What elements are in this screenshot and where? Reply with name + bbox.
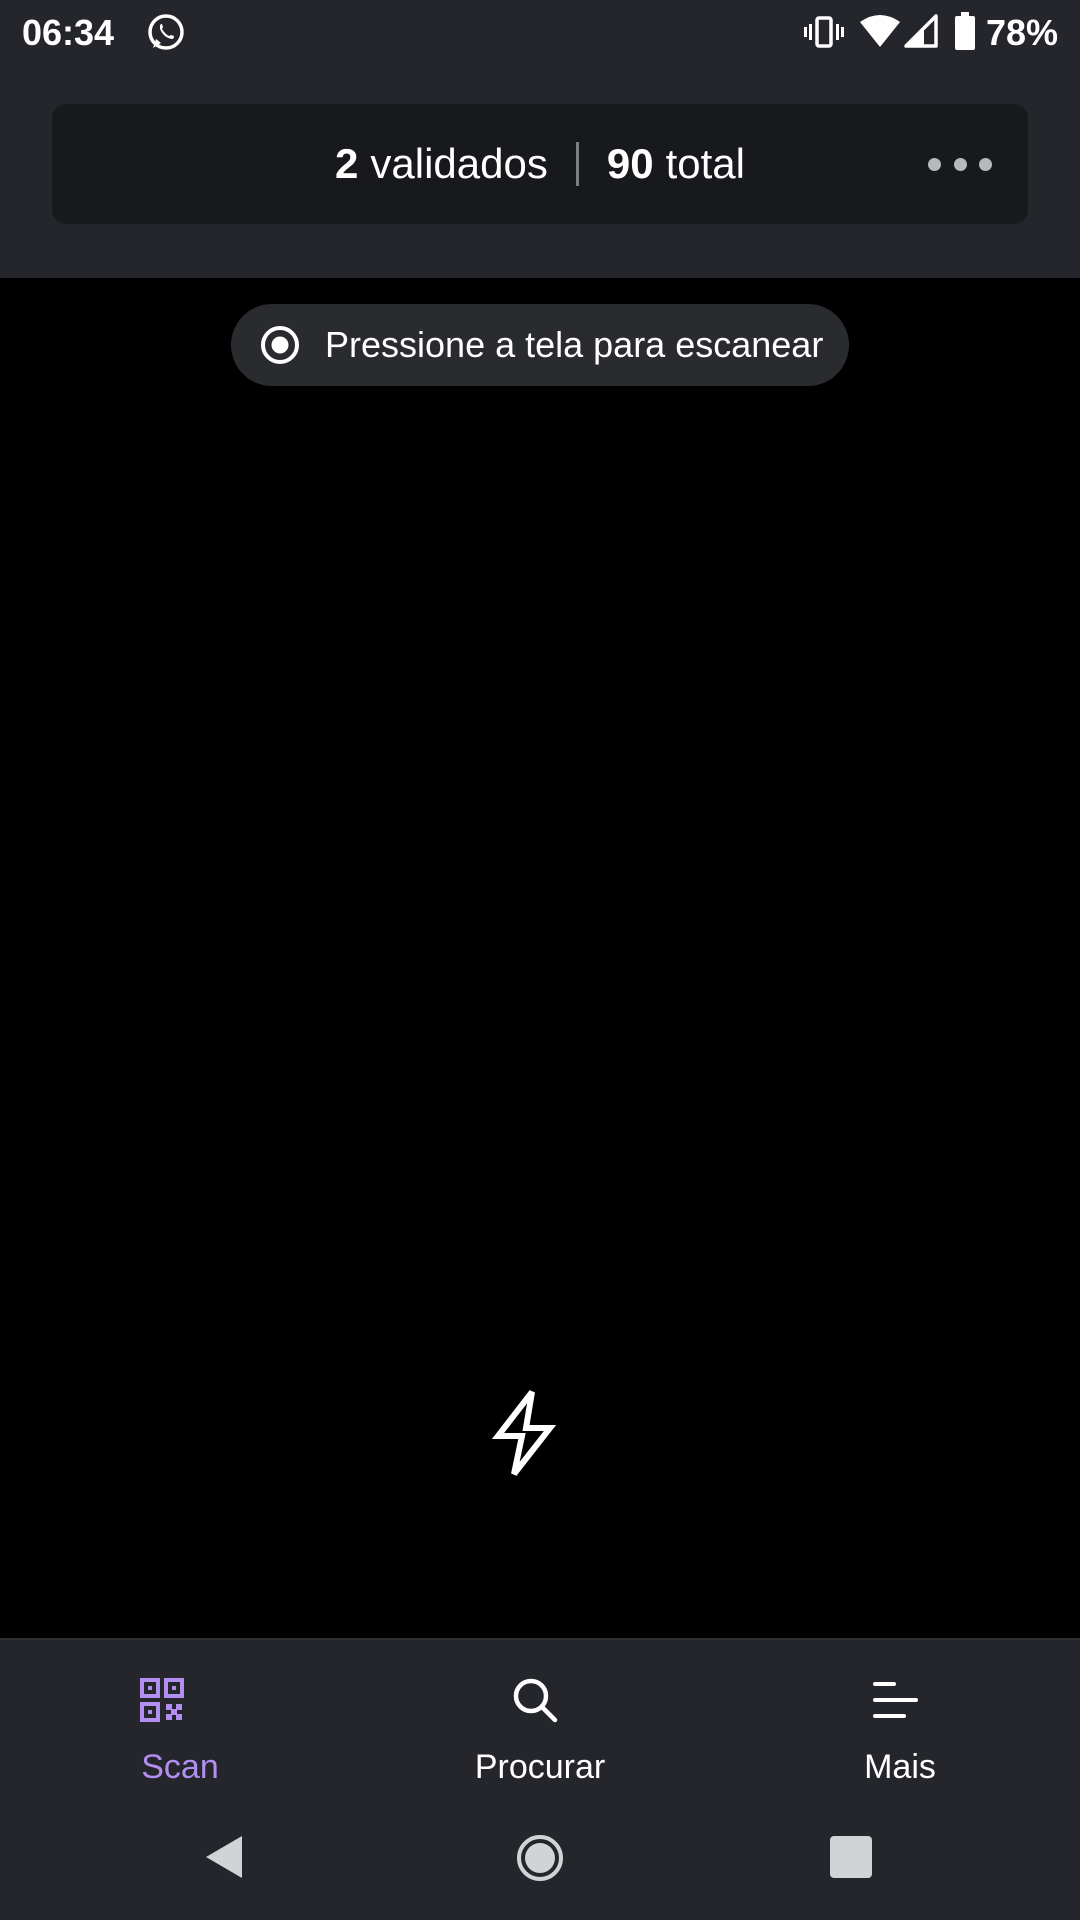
- more-horizontal-icon: [928, 157, 941, 171]
- nav-label-scan: Scan: [141, 1748, 219, 1786]
- nav-item-scan[interactable]: Scan: [0, 1640, 360, 1802]
- app-header: 2 validados 90 total: [0, 64, 1080, 278]
- nav-item-mais[interactable]: Mais: [720, 1640, 1080, 1802]
- search-icon: [513, 1678, 558, 1723]
- nav-label-mais: Mais: [864, 1748, 936, 1786]
- bottom-navigation: Scan Procurar Mais: [0, 1638, 1080, 1800]
- system-navigation-bar: [0, 1800, 1080, 1920]
- total-label: total: [665, 140, 745, 187]
- validated-count: 2: [335, 140, 359, 187]
- flash-icon[interactable]: [488, 1388, 558, 1478]
- counter-divider: [575, 142, 579, 186]
- battery-icon: [955, 12, 975, 50]
- vibrate-icon: [804, 16, 844, 48]
- qr-code-icon: [140, 1678, 184, 1722]
- scan-hint-text: Pressione a tela para escanear: [325, 324, 824, 365]
- home-icon[interactable]: [516, 1834, 564, 1882]
- scan-hint: Pressione a tela para escanear: [231, 304, 849, 386]
- status-time: 06:34: [22, 12, 115, 53]
- menu-icon: [873, 1682, 918, 1718]
- nav-item-procurar[interactable]: Procurar: [360, 1640, 720, 1802]
- battery-percent: 78%: [986, 12, 1059, 53]
- more-options-button[interactable]: [928, 144, 992, 184]
- more-dot: [953, 157, 967, 171]
- wifi-icon: [860, 15, 900, 47]
- signal-icon: [904, 14, 938, 48]
- validated-label: validados: [370, 140, 548, 187]
- whatsapp-icon: [148, 14, 184, 50]
- camera-viewport[interactable]: Pressione a tela para escanear: [0, 278, 1080, 1638]
- validation-counter: 2 validados 90 total: [0, 104, 1080, 224]
- back-icon[interactable]: [204, 1834, 244, 1880]
- status-bar: 06:34 78%: [0, 0, 1080, 64]
- more-dot: [979, 157, 992, 171]
- validation-counter-card: 2 validados 90 total: [52, 104, 1028, 224]
- recents-icon[interactable]: [830, 1836, 872, 1878]
- nav-label-procurar: Procurar: [474, 1748, 606, 1786]
- target-icon: [261, 326, 299, 364]
- total-count: 90: [606, 140, 654, 187]
